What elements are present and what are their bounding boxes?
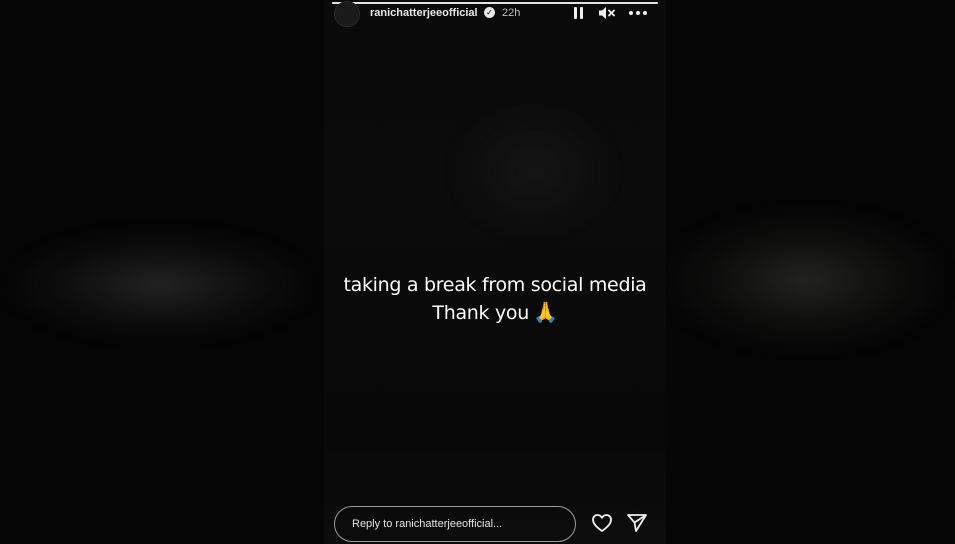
- story-text: taking a break from social media Thank y…: [324, 272, 666, 327]
- blurred-backdrop-right: [666, 0, 955, 544]
- backdrop-glow: [10, 230, 310, 340]
- reply-field[interactable]: [334, 506, 576, 542]
- story-frame[interactable]: ranichatterjeeofficial ✓ 22h taking a br…: [324, 0, 666, 544]
- thank-you-text: Thank you: [432, 302, 529, 324]
- avatar[interactable]: [334, 1, 360, 27]
- share-button[interactable]: [626, 513, 648, 533]
- more-horizontal-icon: [629, 11, 633, 15]
- story-viewer-page: ranichatterjeeofficial ✓ 22h taking a br…: [0, 0, 955, 544]
- more-options-button[interactable]: [628, 5, 650, 21]
- more-dot: [643, 11, 647, 15]
- mute-button[interactable]: [598, 5, 616, 21]
- like-button[interactable]: [591, 513, 613, 533]
- backdrop-glow: [666, 210, 946, 350]
- pause-icon: [574, 7, 577, 19]
- heart-icon: [592, 514, 612, 532]
- story-header: ranichatterjeeofficial ✓ 22h: [324, 0, 666, 28]
- speaker-muted-icon: [599, 7, 615, 19]
- verified-badge-icon: ✓: [484, 7, 495, 18]
- more-dot: [636, 11, 640, 15]
- story-background-texture: [444, 95, 624, 245]
- send-icon: [627, 514, 647, 532]
- story-username[interactable]: ranichatterjeeofficial: [370, 7, 478, 19]
- story-text-line-2: Thank you 🙏: [324, 299, 666, 327]
- story-timestamp: 22h: [502, 7, 521, 19]
- blurred-backdrop-left: [0, 0, 324, 544]
- reply-input[interactable]: [352, 515, 567, 533]
- story-text-line-1: taking a break from social media: [343, 274, 647, 296]
- praying-hands-icon: 🙏: [532, 300, 558, 324]
- pause-icon-bar: [580, 7, 583, 19]
- pause-button[interactable]: [571, 5, 585, 21]
